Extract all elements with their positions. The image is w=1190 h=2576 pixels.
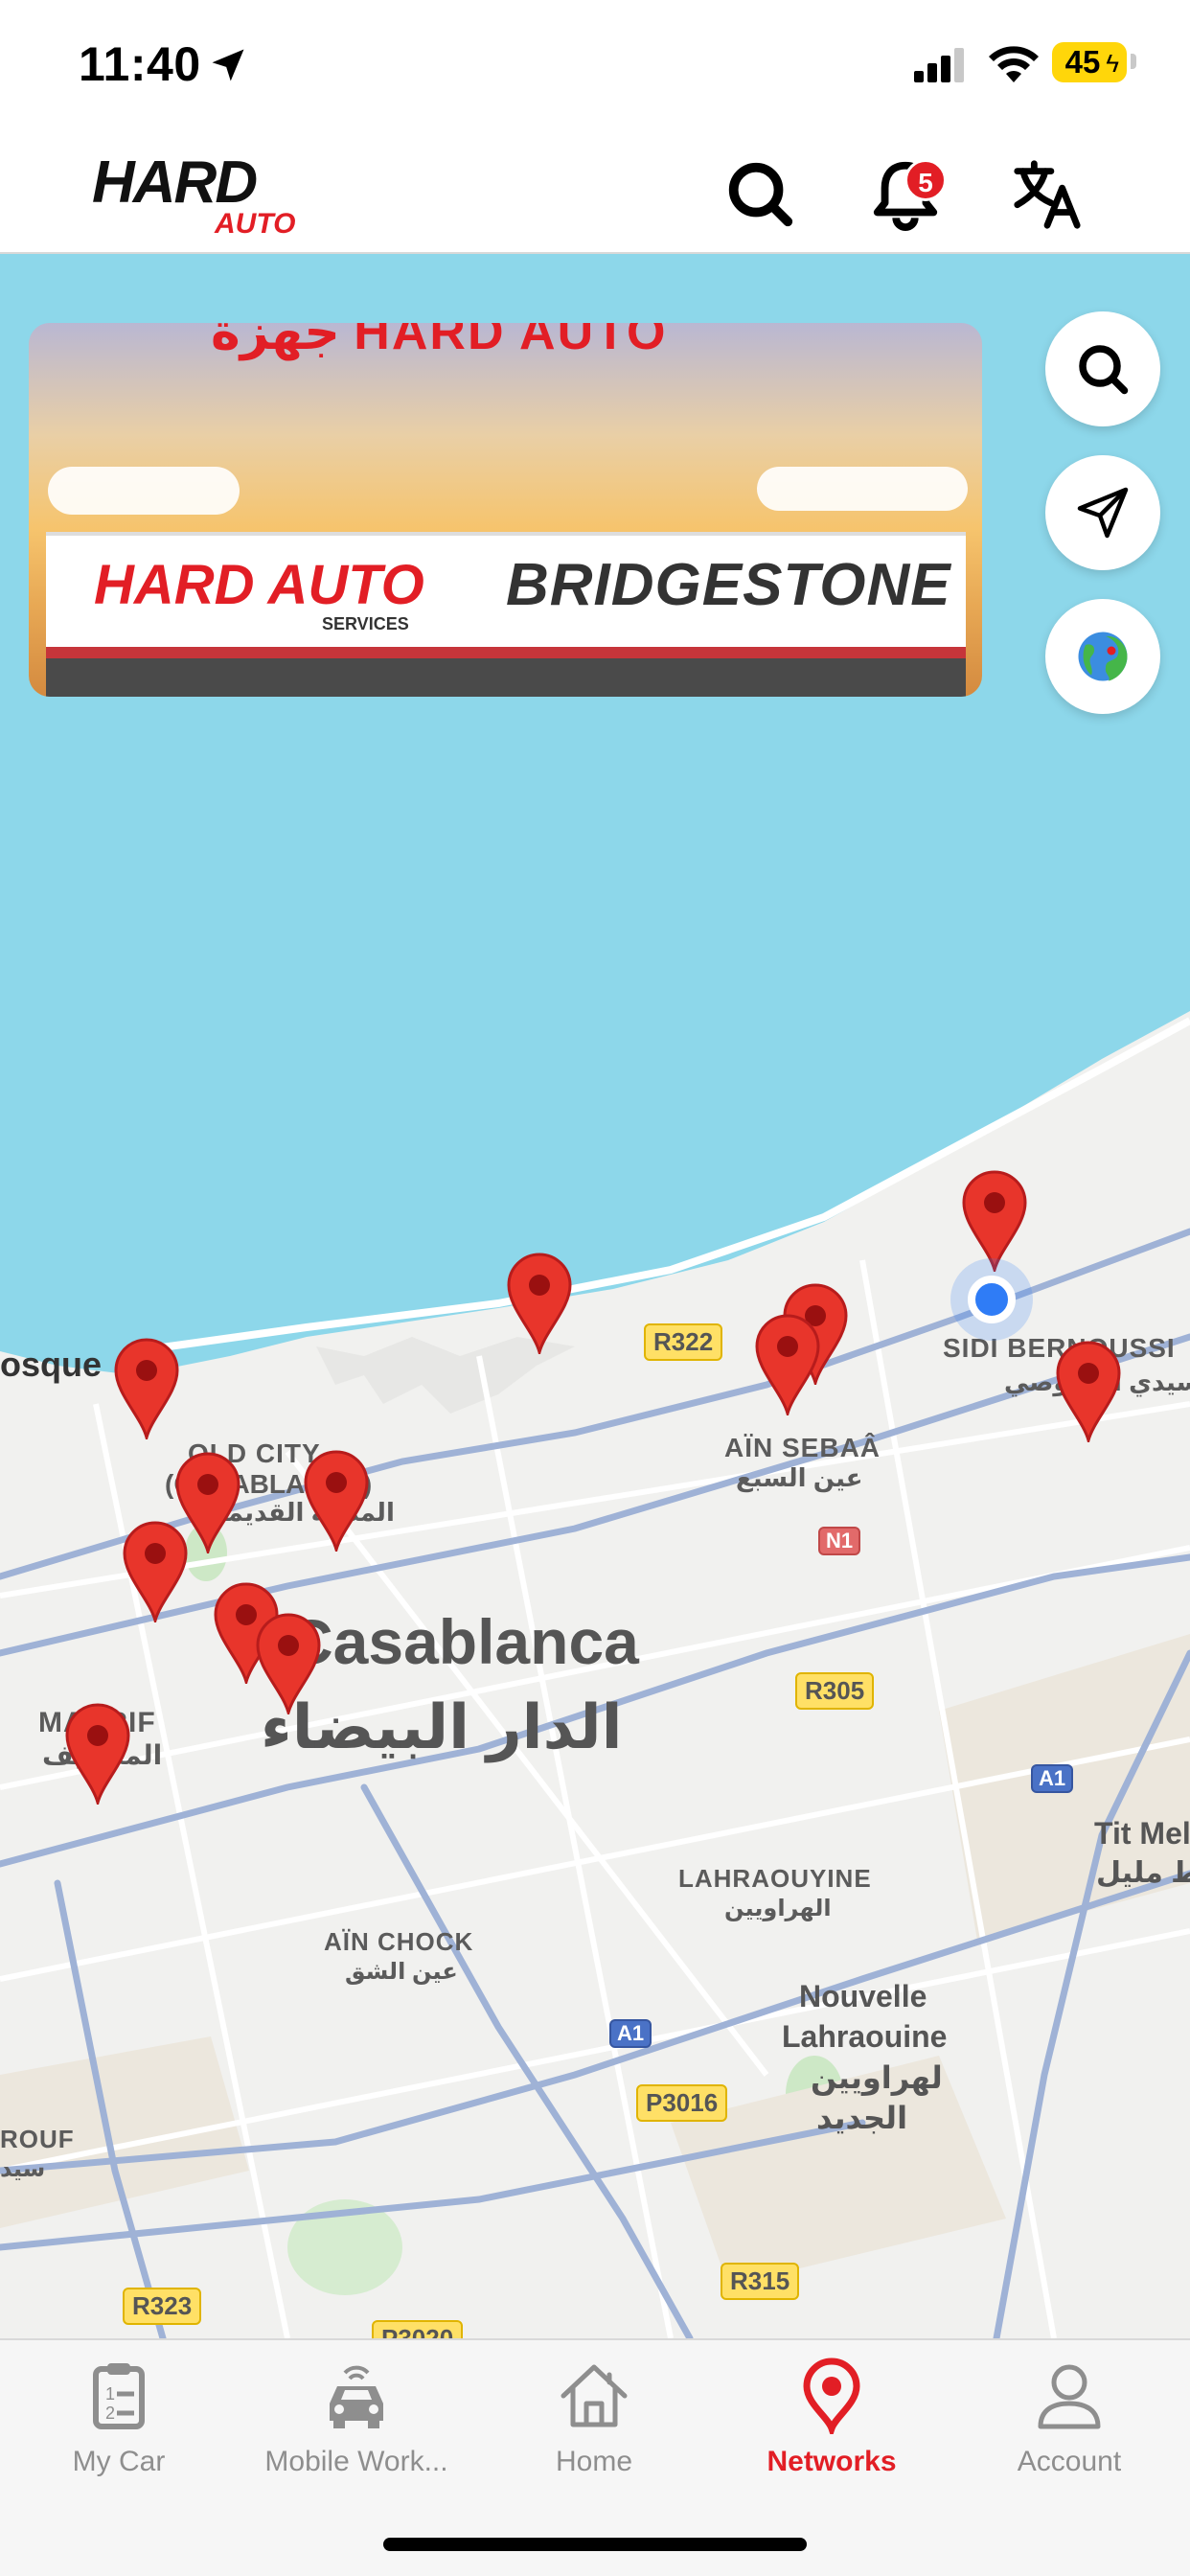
hard-auto-logo[interactable]: HARD AUTO <box>92 149 312 241</box>
map-label-rouf: ROUF <box>0 2125 75 2153</box>
route-r323: R323 <box>123 2288 202 2325</box>
map-label-ain-sebaa: AÏN SEBAÂ <box>724 1433 881 1462</box>
garage-location-pin[interactable] <box>501 1247 578 1354</box>
home-icon <box>561 2364 628 2427</box>
map-type-button[interactable] <box>1045 599 1160 714</box>
svg-text:1: 1 <box>105 2384 115 2404</box>
map-search-button[interactable] <box>1045 311 1160 426</box>
garage-location-pin[interactable] <box>1050 1335 1127 1442</box>
route-r305: R305 <box>795 1672 875 1710</box>
banner-top-text: جهزة HARD AUTO <box>211 323 668 360</box>
location-arrow-icon <box>212 49 244 81</box>
map-label-nouvelle: Nouvelle <box>799 1979 927 2013</box>
status-time: 11:40 <box>79 37 201 91</box>
logo-hard-text: HARD <box>92 150 258 216</box>
route-p3020: P3020 <box>372 2320 464 2338</box>
translate-icon[interactable] <box>1010 156 1085 231</box>
route-a1-center: A1 <box>609 2019 652 2048</box>
map-label-nouvelle-ar-2: الجديد <box>816 2101 908 2135</box>
map-label-ain-sebaa-ar: عين السبع <box>736 1463 863 1492</box>
logo-auto-text: AUTO <box>215 208 296 240</box>
map-label-lahraouyine: LAHRAOUYINE <box>678 1864 872 1893</box>
notification-badge: 5 <box>904 159 947 201</box>
tab-account[interactable]: Account <box>950 2358 1188 2501</box>
battery-indicator: 45 ϟ <box>1052 42 1127 82</box>
svg-text:2: 2 <box>105 2404 115 2423</box>
banner-services: SERVICES <box>322 614 409 633</box>
map-label-nouvelle-ar-1: لهراويين <box>811 2060 943 2095</box>
map-label-rouf-ar: سيد <box>0 2156 46 2182</box>
map-label-casablanca: Casablanca <box>287 1606 639 1677</box>
promo-banner[interactable]: جهزة HARD AUTO HARD AUTO SERVICES BRIDGE… <box>29 323 982 697</box>
map-label-mosque: osque <box>0 1345 103 1384</box>
route-r315: R315 <box>721 2263 800 2300</box>
map-view[interactable]: osque SIDI BERNOUSSI سيدي البرنوصي AÏN S… <box>0 254 1190 2338</box>
navigation-arrow-icon <box>1077 487 1129 539</box>
tab-label: Home <box>555 2446 633 2477</box>
garage-location-pin[interactable] <box>749 1308 826 1415</box>
location-pin-icon <box>803 2358 860 2434</box>
charging-bolt-icon: ϟ <box>1106 49 1119 78</box>
tab-label: Mobile Work... <box>264 2446 448 2477</box>
tab-my-car[interactable]: 1 2 My Car <box>0 2358 238 2501</box>
tab-networks[interactable]: Networks <box>713 2358 950 2501</box>
tab-label: Networks <box>767 2446 897 2477</box>
tab-label: Account <box>1017 2446 1122 2477</box>
locate-me-button[interactable] <box>1045 455 1160 570</box>
tab-label: My Car <box>72 2446 166 2477</box>
route-p3016: P3016 <box>636 2084 728 2122</box>
tab-home[interactable]: Home <box>475 2358 713 2501</box>
banner-cloud <box>757 467 968 511</box>
clipboard-icon: 1 2 <box>93 2363 145 2429</box>
banner-store-stripe <box>46 647 966 658</box>
banner-cloud <box>48 467 240 515</box>
banner-signboard: HARD AUTO SERVICES BRIDGESTONE <box>46 532 966 647</box>
map-label-tit-mellil: Tit Mel <box>1094 1816 1190 1851</box>
car-icon <box>330 2365 383 2428</box>
map-label-ain-chock: AÏN CHOCK <box>324 1927 474 1956</box>
banner-hard-auto: HARD AUTO <box>94 554 424 616</box>
garage-location-pin[interactable] <box>250 1607 327 1714</box>
map-label-tit-mellil-ar: تيط مليل <box>1096 1857 1190 1889</box>
globe-icon <box>1078 632 1128 681</box>
tab-mobile-workshop[interactable]: Mobile Work... <box>238 2358 475 2501</box>
route-a1-east: A1 <box>1031 1764 1074 1793</box>
cellular-signal-icon <box>914 48 964 82</box>
map-label-lahraouine: Lahraouine <box>782 2019 948 2054</box>
garage-location-pin[interactable] <box>108 1332 185 1439</box>
map-label-ain-chock-ar: عين الشق <box>345 1959 458 1985</box>
app-header: HARD AUTO <box>0 129 1190 254</box>
battery-cap <box>1131 54 1136 69</box>
garage-location-pin[interactable] <box>956 1164 1033 1272</box>
route-r322: R322 <box>644 1323 723 1361</box>
status-bar: 11:40 45 ϟ <box>0 0 1190 129</box>
battery-level: 45 <box>1064 44 1101 80</box>
banner-bridgestone: BRIDGESTONE <box>506 552 951 618</box>
home-indicator[interactable] <box>383 2538 807 2551</box>
route-n1: N1 <box>818 1527 861 1555</box>
garage-location-pin[interactable] <box>59 1697 136 1805</box>
map-label-lahraouyine-ar: الهراويين <box>724 1896 832 1921</box>
garage-location-pin[interactable] <box>298 1444 375 1552</box>
search-icon <box>1079 345 1129 395</box>
wifi-icon <box>989 46 1039 82</box>
search-icon[interactable] <box>722 156 797 231</box>
garage-location-pin[interactable] <box>117 1515 194 1622</box>
current-location-dot <box>968 1276 1016 1323</box>
banner-storefront <box>46 647 966 697</box>
user-icon <box>1038 2364 1101 2429</box>
